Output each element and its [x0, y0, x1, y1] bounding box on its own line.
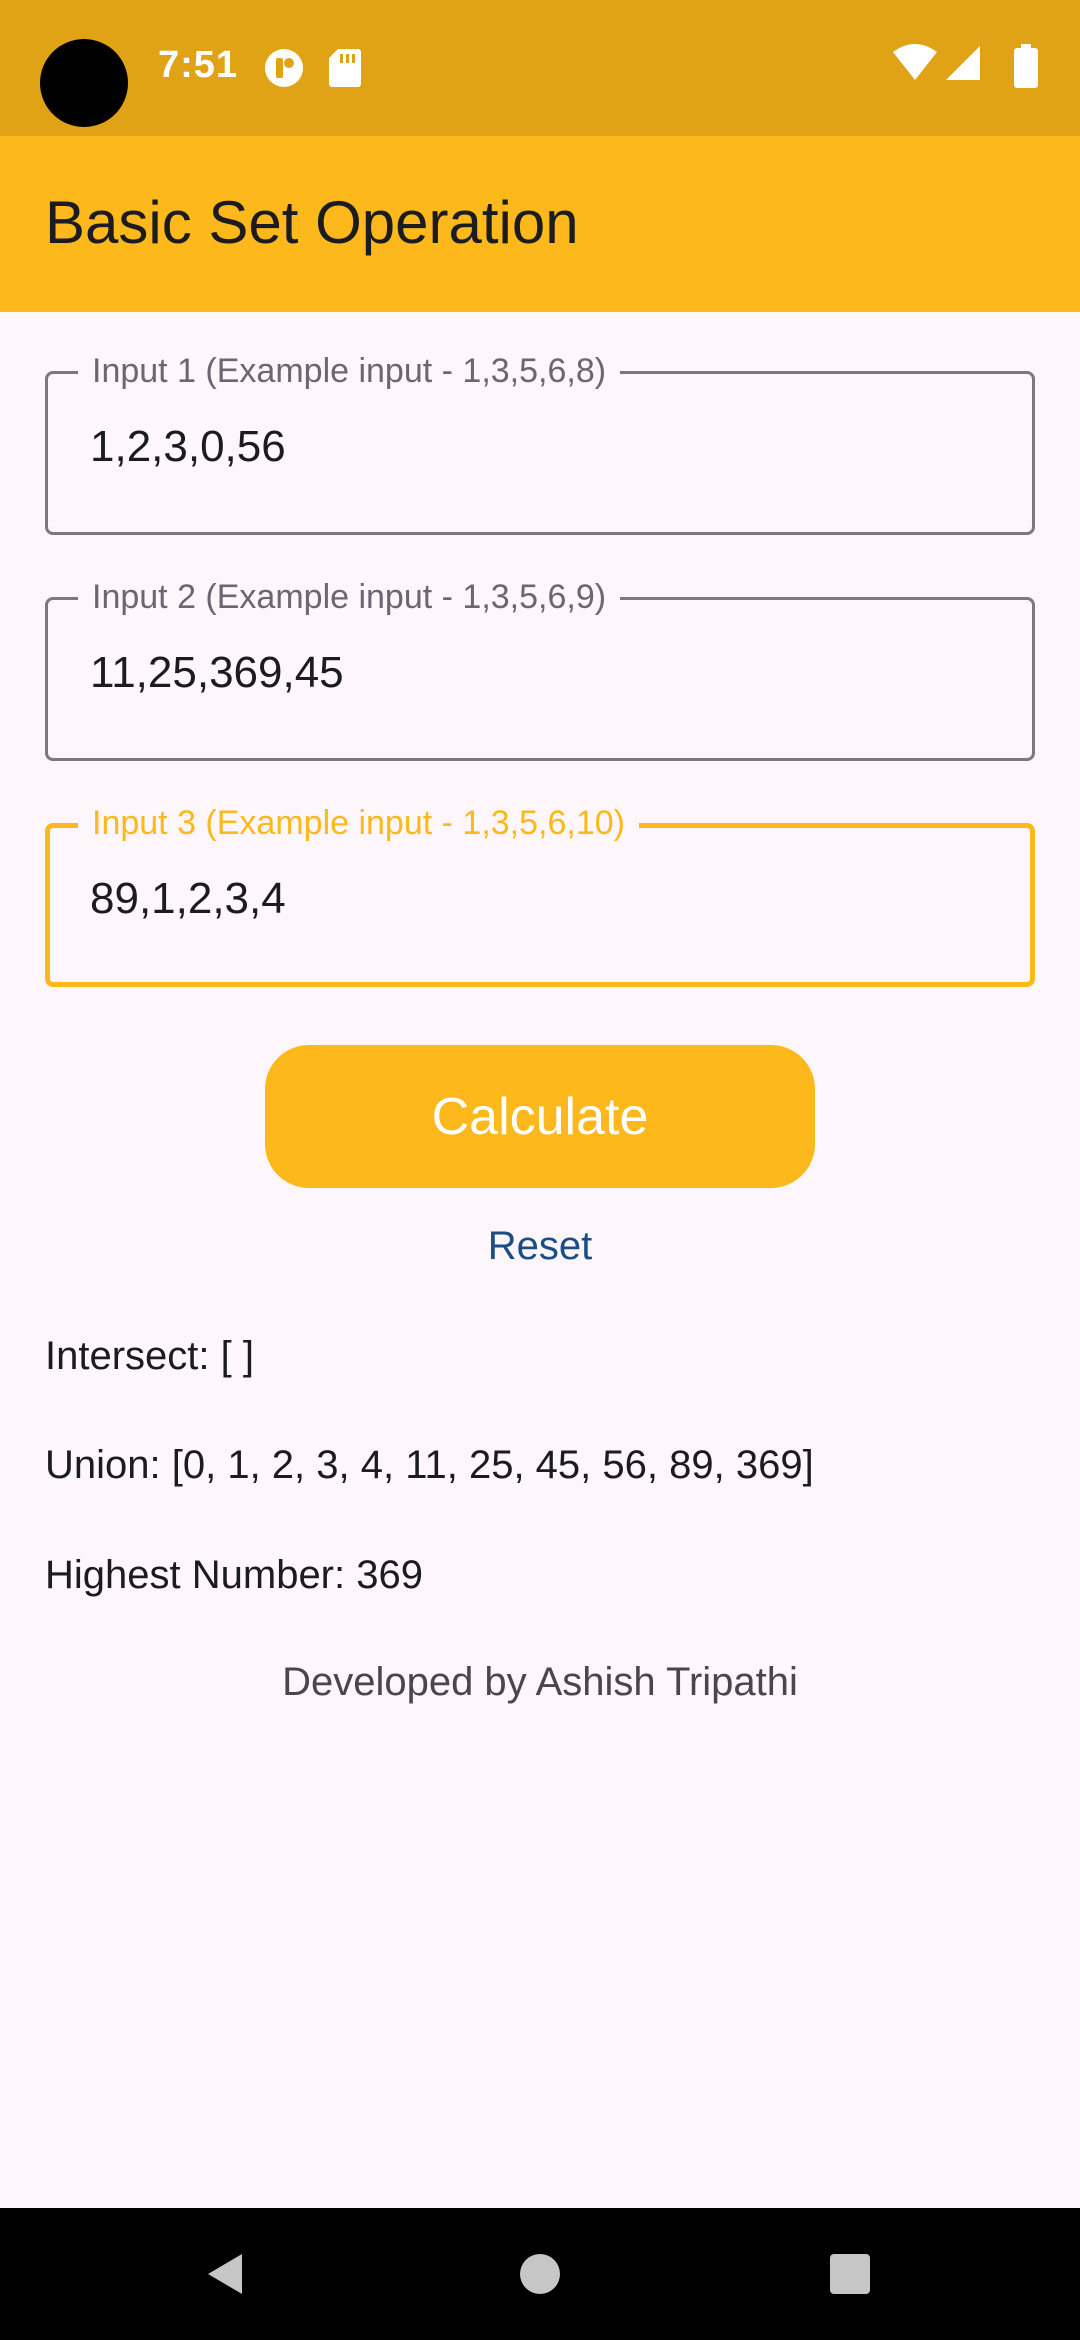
status-bar: 7:51	[0, 0, 1080, 136]
developer-credit: Developed by Ashish Tripathi	[282, 1660, 798, 1704]
wifi-icon	[892, 44, 938, 88]
cell-signal-icon	[944, 44, 982, 88]
battery-icon	[1012, 44, 1040, 88]
input-2-label: Input 2 (Example input - 1,3,5,6,9)	[78, 578, 621, 617]
input-2-value[interactable]: 11,25,369,45	[90, 648, 344, 698]
input-2-field[interactable]: Input 2 (Example input - 1,3,5,6,9) 11,2…	[45, 578, 1035, 761]
recents-icon[interactable]	[790, 2208, 910, 2340]
reset-button: Reset	[0, 1224, 1080, 1269]
home-icon[interactable]	[480, 2208, 600, 2340]
back-icon[interactable]	[166, 2208, 286, 2340]
camera-cutout	[40, 39, 128, 127]
page-title: Basic Set Operation	[45, 189, 579, 256]
calculate-button[interactable]: Calculate	[265, 1045, 815, 1188]
highest-number-result: Highest Number: 369	[45, 1553, 423, 1597]
input-1-value[interactable]: 1,2,3,0,56	[90, 422, 286, 472]
union-result: Union: [0, 1, 2, 3, 4, 11, 25, 45, 56, 8…	[45, 1443, 814, 1487]
navigation-bar	[0, 2208, 1080, 2340]
app-notification-icon	[264, 48, 304, 93]
input-3-field[interactable]: Input 3 (Example input - 1,3,5,6,10) 89,…	[45, 804, 1035, 987]
reset-link[interactable]: Reset	[488, 1224, 593, 1268]
input-1-label: Input 1 (Example input - 1,3,5,6,8)	[78, 352, 621, 391]
input-3-label: Input 3 (Example input - 1,3,5,6,10)	[78, 804, 639, 843]
intersect-result: Intersect: [ ]	[45, 1334, 254, 1378]
input-3-value[interactable]: 89,1,2,3,4	[90, 874, 286, 924]
sd-card-icon	[328, 48, 362, 93]
status-clock: 7:51	[158, 44, 239, 86]
input-1-field[interactable]: Input 1 (Example input - 1,3,5,6,8) 1,2,…	[45, 352, 1035, 535]
